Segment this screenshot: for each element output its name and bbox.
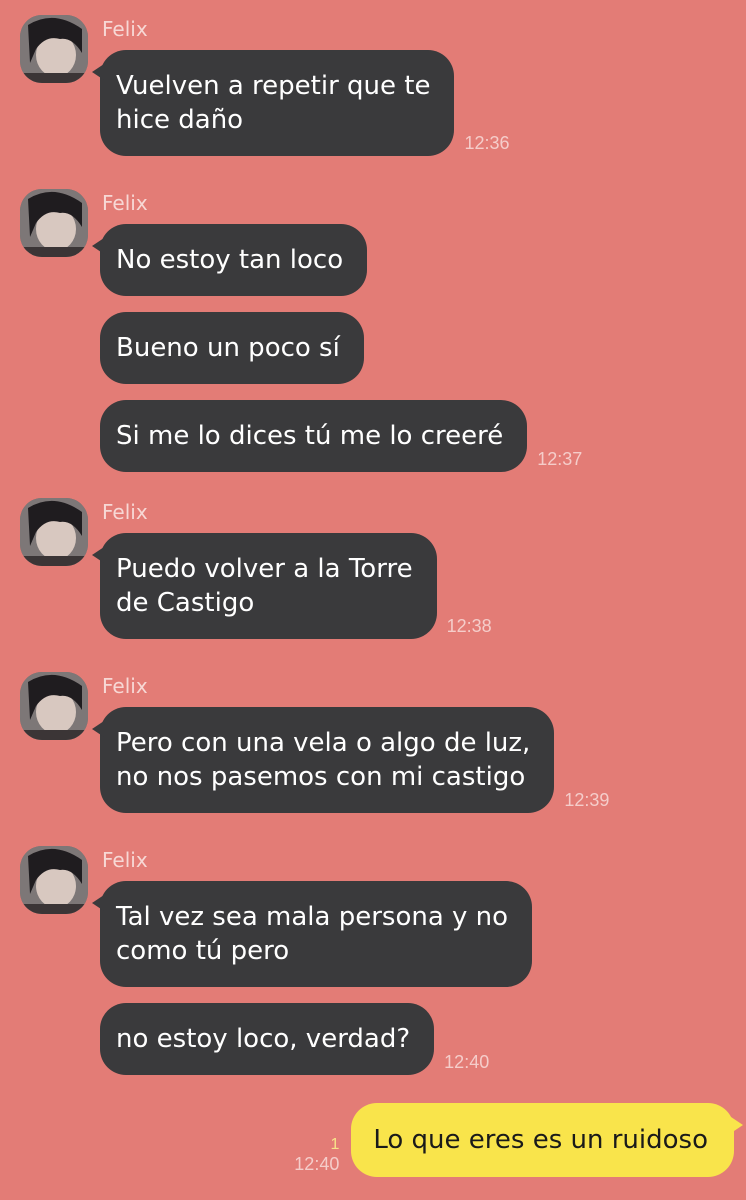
message-bubble[interactable]: Puedo volver a la Torre de Castigo: [92, 533, 437, 639]
message-bubble[interactable]: Tal vez sea mala persona y no como tú pe…: [91, 881, 533, 987]
message-row: no estoy loco, verdad? 12:40: [100, 1003, 746, 1075]
message-bubble[interactable]: Si me lo dices tú me lo creeré: [100, 400, 528, 472]
message-row: Si me lo dices tú me lo creeré 12:37: [100, 400, 746, 472]
message-row: No estoy tan loco: [91, 224, 746, 296]
message-row: Bueno un poco sí: [100, 312, 746, 384]
outgoing-message-row: 1 12:40 Lo que eres es un ruidoso: [294, 1103, 743, 1177]
message-bubble[interactable]: Vuelven a repetir que te hice daño: [91, 50, 455, 156]
message-row: Vuelven a repetir que te hice daño 12:36: [91, 50, 746, 156]
message-row: Puedo volver a la Torre de Castigo 12:38: [92, 533, 746, 639]
timestamp: 12:40: [444, 1052, 490, 1072]
sender-name: Felix: [102, 191, 148, 215]
message-row: Tal vez sea mala persona y no como tú pe…: [91, 881, 746, 987]
outgoing-message-bubble[interactable]: Lo que eres es un ruidoso: [351, 1103, 743, 1177]
message-bubble[interactable]: no estoy loco, verdad?: [100, 1003, 435, 1075]
message-bubble[interactable]: Pero con una vela o algo de luz, no nos …: [91, 707, 555, 813]
outgoing-meta: 1 12:40: [294, 1136, 339, 1175]
unread-count-badge: 1: [330, 1136, 340, 1153]
timestamp: 12:37: [537, 449, 583, 469]
sender-name: Felix: [102, 500, 148, 524]
timestamp: 12:36: [464, 133, 510, 153]
timestamp: 12:39: [564, 790, 610, 810]
message-bubble[interactable]: Bueno un poco sí: [100, 312, 364, 384]
timestamp: 12:38: [446, 616, 492, 636]
sender-name: Felix: [102, 17, 148, 41]
sender-name: Felix: [102, 848, 148, 872]
sender-name: Felix: [102, 674, 148, 698]
message-row: Pero con una vela o algo de luz, no nos …: [91, 707, 746, 813]
message-bubble[interactable]: No estoy tan loco: [91, 224, 368, 296]
timestamp: 12:40: [294, 1154, 340, 1174]
chat-thread[interactable]: Felix Vuelven a repetir que te hice daño…: [0, 0, 746, 1200]
